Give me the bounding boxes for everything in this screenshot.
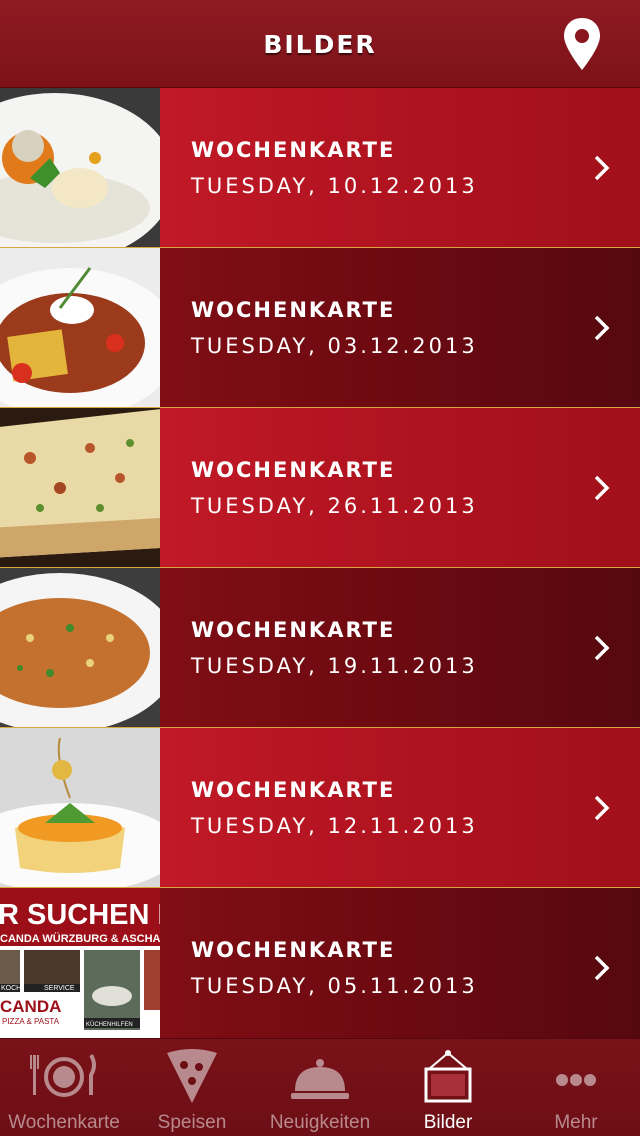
chevron-right-icon <box>594 155 610 181</box>
stew-thumbnail <box>0 248 160 407</box>
more-dots-icon <box>556 1074 596 1086</box>
plate-cutlery-icon <box>30 1053 96 1097</box>
tab-label: Wochenkarte <box>8 1112 120 1133</box>
tab-mehr[interactable]: Mehr <box>512 1039 640 1136</box>
poster-brand: CANDA <box>0 997 61 1016</box>
row-date: TUESDAY, 19.11.2013 <box>191 654 478 678</box>
poster-label-koch: KOCH <box>1 985 21 992</box>
chevron-right-icon <box>594 955 610 981</box>
chevron-right-icon <box>594 795 610 821</box>
dessert-thumbnail <box>0 88 160 247</box>
row-date: TUESDAY, 10.12.2013 <box>191 174 478 198</box>
nav-bar: BILDER <box>0 0 640 88</box>
chevron-right-icon <box>594 475 610 501</box>
row-date: TUESDAY, 05.11.2013 <box>191 974 478 998</box>
chevron-right-icon <box>594 315 610 341</box>
list-item[interactable]: R SUCHEN DI CANDA WÜRZBURG & ASCHAFF KOC… <box>0 888 640 1038</box>
tab-label: Speisen <box>157 1112 227 1133</box>
cloche-icon <box>291 1059 349 1099</box>
tab-label: Mehr <box>554 1112 598 1133</box>
row-title: WOCHENKARTE <box>191 298 396 322</box>
picture-frame-icon <box>424 1050 472 1103</box>
list-item[interactable]: WOCHENKARTE TUESDAY, 19.11.2013 <box>0 568 640 728</box>
poster-label-kuechenhilfen: KÜCHENHILFEN <box>86 1021 133 1028</box>
pizza-slice-icon <box>167 1049 217 1103</box>
tab-neuigkeiten[interactable]: Neuigkeiten <box>256 1039 384 1136</box>
panna-cotta-thumbnail <box>0 728 160 887</box>
tab-label: Bilder <box>423 1112 473 1133</box>
job-poster-thumbnail: R SUCHEN DI CANDA WÜRZBURG & ASCHAFF KOC… <box>0 888 160 1038</box>
poster-headline: R SUCHEN DI <box>0 899 160 931</box>
list-item[interactable]: WOCHENKARTE TUESDAY, 03.12.2013 <box>0 248 640 408</box>
row-date: TUESDAY, 03.12.2013 <box>191 334 478 358</box>
location-button[interactable] <box>562 16 602 72</box>
map-pin-icon <box>564 18 600 70</box>
row-title: WOCHENKARTE <box>191 138 396 162</box>
tab-bar: Wochenkarte Speisen Neuigkeiten Bilder M… <box>0 1038 640 1136</box>
poster-label-service: SERVICE <box>44 985 75 992</box>
gallery-list: WOCHENKARTE TUESDAY, 10.12.2013 WOCHENKA… <box>0 88 640 1038</box>
row-title: WOCHENKARTE <box>191 938 396 962</box>
list-item[interactable]: WOCHENKARTE TUESDAY, 26.11.2013 <box>0 408 640 568</box>
soup-thumbnail <box>0 568 160 727</box>
row-date: TUESDAY, 12.11.2013 <box>191 814 478 838</box>
row-title: WOCHENKARTE <box>191 778 396 802</box>
tab-wochenkarte[interactable]: Wochenkarte <box>0 1039 128 1136</box>
row-date: TUESDAY, 26.11.2013 <box>191 494 478 518</box>
tab-label: Neuigkeiten <box>269 1112 371 1133</box>
page-title: BILDER <box>263 30 377 59</box>
tab-speisen[interactable]: Speisen <box>128 1039 256 1136</box>
list-item[interactable]: WOCHENKARTE TUESDAY, 10.12.2013 <box>0 88 640 248</box>
flatbread-thumbnail <box>0 408 160 567</box>
tab-bilder[interactable]: Bilder <box>384 1039 512 1136</box>
chevron-right-icon <box>594 635 610 661</box>
list-item[interactable]: WOCHENKARTE TUESDAY, 12.11.2013 <box>0 728 640 888</box>
poster-brand-sub: PIZZA & PASTA <box>2 1017 60 1026</box>
poster-subline: CANDA WÜRZBURG & ASCHAFF <box>0 932 160 945</box>
row-title: WOCHENKARTE <box>191 458 396 482</box>
row-title: WOCHENKARTE <box>191 618 396 642</box>
